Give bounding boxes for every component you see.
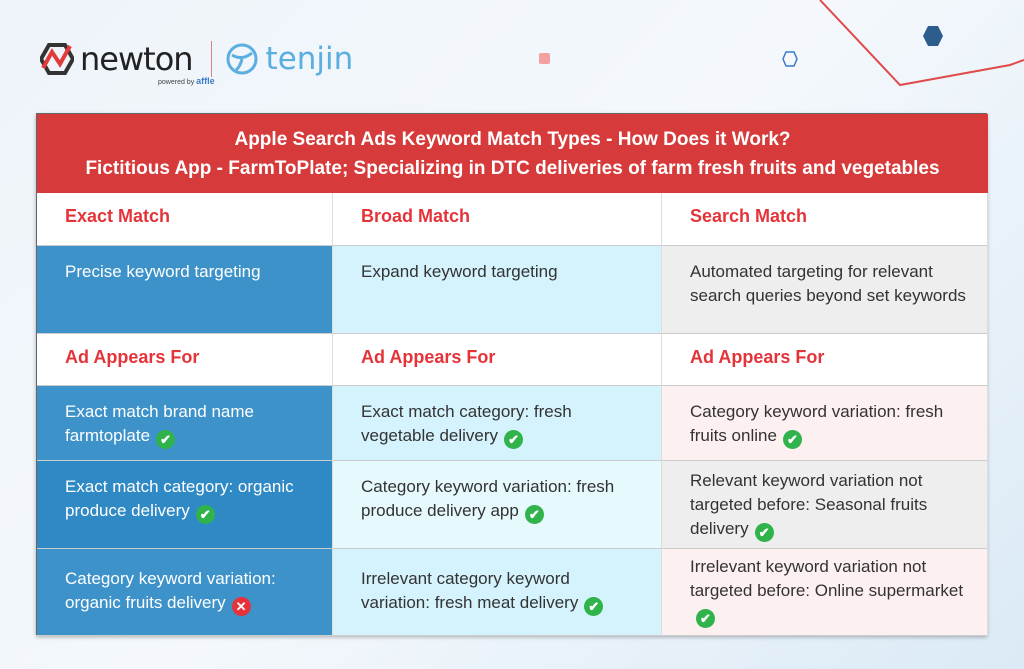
cross-icon: ✕	[231, 597, 251, 616]
check-icon: ✔	[584, 597, 604, 616]
table-cell: Exact match category: fresh vegetable de…	[333, 386, 662, 461]
column-search-match: Search Match	[662, 193, 988, 246]
column-exact-match: Exact Match	[37, 193, 333, 246]
section-label: Ad Appears For	[333, 334, 662, 386]
table-subtitle: Fictitious App - FarmToPlate; Specializi…	[85, 157, 940, 179]
description-broad: Expand keyword targeting	[333, 246, 662, 334]
hexagon-icon	[782, 51, 798, 67]
tenjin-logo-text: tenjin	[265, 41, 354, 77]
match-types-table: Apple Search Ads Keyword Match Types - H…	[36, 113, 988, 636]
table-cell: Irrelevant keyword variation not targete…	[662, 549, 988, 636]
section-label: Ad Appears For	[662, 334, 988, 386]
newton-logo-icon	[40, 43, 74, 75]
check-icon: ✔	[156, 430, 176, 449]
decorative-dot	[539, 53, 550, 64]
check-icon: ✔	[524, 505, 544, 524]
check-icon: ✔	[782, 430, 802, 449]
description-exact: Precise keyword targeting	[37, 246, 333, 334]
check-icon: ✔	[696, 609, 715, 628]
column-broad-match: Broad Match	[333, 193, 662, 246]
table-header: Apple Search Ads Keyword Match Types - H…	[37, 114, 988, 193]
table-cell: Irrelevant category keyword variation: f…	[333, 549, 662, 636]
check-icon: ✔	[754, 523, 774, 542]
check-icon: ✔	[195, 505, 215, 524]
logo-bar: newton powered by affle tenjin	[40, 40, 354, 86]
powered-by: powered by affle	[158, 76, 215, 86]
decorative-lines	[819, 0, 1024, 87]
table-title: Apple Search Ads Keyword Match Types - H…	[234, 128, 791, 150]
description-search: Automated targeting for relevant search …	[662, 246, 988, 334]
check-icon: ✔	[504, 430, 524, 449]
table-cell: Relevant keyword variation not targeted …	[662, 461, 988, 549]
table-cell: Category keyword variation: fresh produc…	[333, 461, 662, 549]
table-cell: Exact match brand name farmtoplate ✔	[37, 386, 333, 461]
section-label: Ad Appears For	[37, 334, 333, 386]
tenjin-logo-icon	[226, 43, 258, 75]
logo-divider	[210, 41, 212, 77]
newton-logo-text: newton	[80, 40, 194, 78]
table-cell: Category keyword variation: fresh fruits…	[662, 386, 988, 461]
table-cell: Category keyword variation: organic frui…	[37, 549, 333, 636]
table-cell: Exact match category: organic produce de…	[37, 461, 333, 549]
